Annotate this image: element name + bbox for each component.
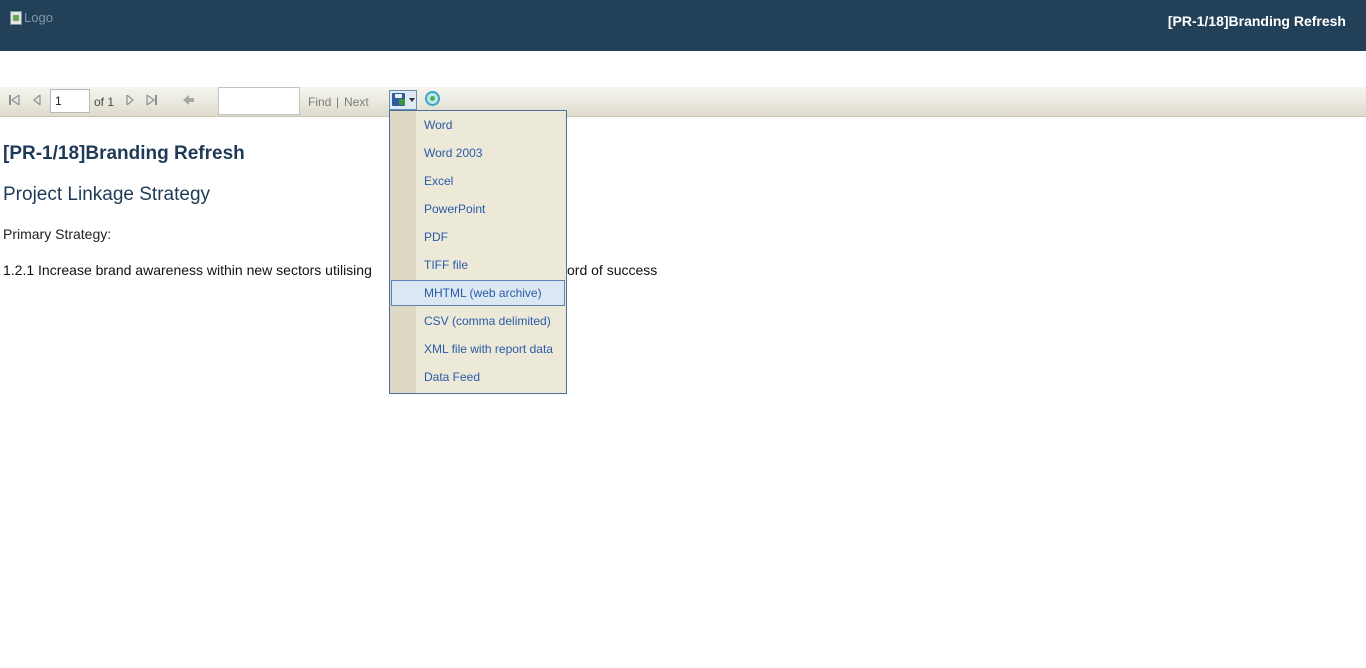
- refresh-icon[interactable]: [425, 91, 440, 106]
- menu-item-csv[interactable]: CSV (comma delimited): [391, 308, 565, 334]
- menu-item-mhtml[interactable]: MHTML (web archive): [391, 280, 565, 306]
- menu-item-pdf[interactable]: PDF: [391, 224, 565, 250]
- page-count-label: of 1: [94, 95, 115, 109]
- logo-alt-text: Logo: [24, 10, 53, 25]
- last-page-icon[interactable]: [144, 93, 158, 107]
- section-title: Project Linkage Strategy: [3, 184, 211, 205]
- previous-page-icon[interactable]: [30, 93, 44, 107]
- menu-item-excel[interactable]: Excel: [391, 168, 565, 194]
- page-number-input[interactable]: [50, 89, 90, 113]
- strategy-text-visible: 1.2.1 Increase brand awareness within ne…: [3, 262, 372, 278]
- menu-item-xml[interactable]: XML file with report data: [391, 336, 565, 362]
- chevron-down-icon: [409, 98, 415, 102]
- find-next-link[interactable]: Next: [344, 95, 369, 109]
- next-page-icon[interactable]: [123, 93, 137, 107]
- export-arrow-icon: [399, 99, 405, 105]
- header-report-title: [PR-1/18]Branding Refresh: [1167, 13, 1346, 29]
- menu-item-word-2003[interactable]: Word 2003: [391, 140, 565, 166]
- back-to-parent-icon[interactable]: [182, 93, 196, 107]
- menu-item-tiff[interactable]: TIFF file: [391, 252, 565, 278]
- find-text-input[interactable]: [218, 87, 300, 115]
- report-title: [PR-1/18]Branding Refresh: [3, 143, 245, 164]
- strategy-text-tail: ord of success: [567, 262, 658, 278]
- logo-image: Logo: [10, 10, 53, 25]
- find-link[interactable]: Find: [308, 95, 331, 109]
- export-dropdown-button[interactable]: [389, 90, 417, 110]
- find-separator: |: [336, 95, 340, 109]
- primary-strategy-label: Primary Strategy:: [3, 226, 112, 242]
- broken-image-icon: [10, 10, 22, 25]
- first-page-icon[interactable]: [8, 93, 22, 107]
- menu-item-powerpoint[interactable]: PowerPoint: [391, 196, 565, 222]
- menu-item-word[interactable]: Word: [391, 112, 565, 138]
- menu-item-data-feed[interactable]: Data Feed: [391, 364, 565, 390]
- report-viewer-toolbar: of 1 Find | Next: [0, 87, 1366, 117]
- report-header-bar: Logo [PR-1/18]Branding Refresh: [0, 0, 1366, 51]
- export-format-menu: Word Word 2003 Excel PowerPoint PDF TIFF…: [389, 110, 567, 394]
- strategy-text: 1.2.1 Increase brand awareness within ne…: [3, 262, 372, 278]
